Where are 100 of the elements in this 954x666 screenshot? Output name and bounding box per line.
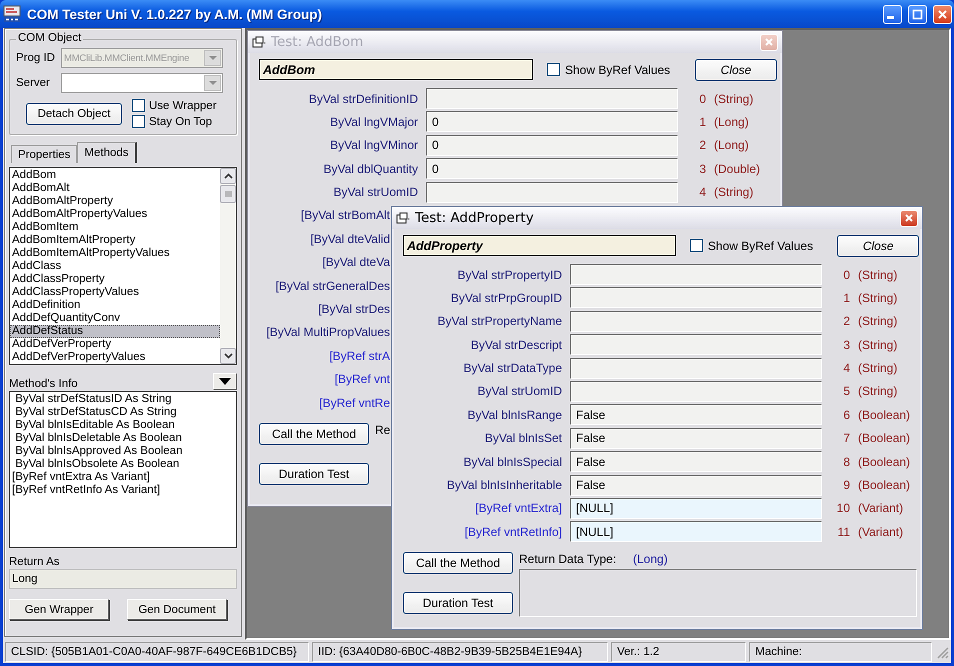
parameter-label: ByVal lngVMinor: [329, 138, 418, 152]
return-as-field: Long: [9, 569, 237, 589]
parameter-index: 1: [698, 114, 706, 129]
parameter-label: [ByRef vnt: [334, 372, 390, 386]
scroll-up-button[interactable]: [220, 168, 236, 184]
checkbox[interactable]: [132, 99, 145, 112]
parameter-label: ByVal blnIsInheritable: [446, 478, 562, 492]
parameter-field[interactable]: [570, 264, 822, 285]
close-button[interactable]: Close: [837, 234, 919, 256]
parameter-field[interactable]: [NULL]: [570, 521, 822, 542]
parameter-type: (String): [714, 92, 754, 106]
method-item[interactable]: AddBomItemAltProperty: [10, 234, 220, 247]
parameter-field[interactable]: [570, 310, 822, 332]
server-combo[interactable]: [61, 73, 223, 93]
parameter-field[interactable]: [426, 182, 678, 203]
call-method-button[interactable]: Call the Method: [259, 423, 369, 446]
checkbox[interactable]: [132, 115, 145, 128]
dropdown-button[interactable]: [213, 373, 237, 390]
window-title: COM Tester Uni V. 1.0.227 by A.M. (MM Group): [27, 6, 324, 22]
checkbox-label: Show ByRef Values: [565, 62, 670, 76]
minimize-button[interactable]: [883, 4, 902, 24]
parameter-index: 8: [842, 454, 850, 469]
tab[interactable]: Properties: [11, 145, 78, 163]
parameter-field[interactable]: False: [570, 451, 822, 472]
parameter-field[interactable]: 0: [426, 134, 678, 156]
return-type-label: Return Data Type:: [519, 552, 618, 566]
tab[interactable]: Methods: [77, 142, 137, 163]
parameter-field[interactable]: 0: [426, 111, 678, 132]
scroll-down-button[interactable]: [220, 348, 236, 364]
parameter-field[interactable]: False: [570, 428, 822, 449]
call-method-button[interactable]: Call the Method: [403, 552, 513, 574]
parameter-field[interactable]: [570, 334, 822, 356]
close-button[interactable]: Close: [695, 58, 777, 80]
parameter-type: (String): [858, 314, 898, 328]
parameter-label: [ByRef vntRetInfo]: [464, 524, 562, 539]
method-item[interactable]: AddClassPropertyValues: [10, 286, 220, 299]
parameter-field[interactable]: [570, 358, 822, 379]
info-line: ByVal strDefStatusCD As String: [14, 406, 178, 419]
method-item[interactable]: AddDefStatus: [10, 325, 220, 338]
method-item[interactable]: AddClass: [10, 260, 220, 273]
parameter-index: 9: [842, 478, 850, 492]
minimize-icon: [887, 16, 894, 19]
parameter-label: ByVal strDefinitionID: [308, 92, 418, 106]
scrollbar-thumb[interactable]: [220, 185, 236, 203]
parameter-field[interactable]: 0: [426, 158, 678, 180]
parameter-type: (String): [858, 384, 898, 398]
parameter-index: 0: [842, 268, 850, 282]
parameter-type: (Boolean): [858, 454, 910, 469]
method-item[interactable]: AddBomAltProperty: [10, 195, 220, 208]
close-button[interactable]: [933, 4, 952, 24]
info-line: ByVal blnIsApproved As Boolean: [14, 445, 184, 458]
parameter-type: (Long): [714, 114, 750, 129]
parameter-field[interactable]: [570, 287, 822, 308]
parameter-index: 10: [836, 501, 850, 516]
parameter-type: (String): [858, 290, 898, 305]
method-item[interactable]: AddBomAlt: [10, 182, 220, 195]
maximize-button[interactable]: [908, 4, 927, 24]
parameter-field[interactable]: False: [570, 404, 822, 426]
parameter-field[interactable]: False: [570, 474, 822, 496]
method-item[interactable]: AddBom: [10, 169, 220, 182]
parameter-type: (Double): [714, 162, 760, 176]
detach-object-button[interactable]: Detach Object: [26, 102, 122, 124]
method-item[interactable]: AddDefVerProperty: [10, 338, 220, 351]
parameter-field[interactable]: [426, 88, 678, 109]
parameter-index: 1: [842, 290, 850, 305]
parameter-label: [ByRef vntExtra]: [474, 501, 562, 516]
parameter-field[interactable]: [NULL]: [570, 498, 822, 519]
checkbox-label: Show ByRef Values: [708, 238, 814, 252]
parameter-label: [ByRef vntRe: [318, 396, 390, 410]
maximize-icon: [911, 8, 924, 20]
parameter-label: ByVal strDataType: [462, 361, 562, 376]
method-item[interactable]: AddDefQuantityConv: [10, 312, 220, 325]
parameter-index: 6: [842, 408, 850, 422]
duration-test-button[interactable]: Duration Test: [259, 463, 369, 486]
duration-test-button[interactable]: Duration Test: [403, 592, 513, 614]
parameter-index: 3: [698, 162, 706, 176]
method-item[interactable]: AddBomAltPropertyValues: [10, 208, 220, 221]
status-pane: Ver.: 1.2: [611, 642, 746, 662]
parameter-index: 2: [698, 138, 706, 152]
parameter-label: [ByVal strBomAlt: [300, 208, 390, 222]
method-item[interactable]: AddBomItemAltPropertyValues: [10, 247, 220, 260]
checkbox[interactable]: [547, 63, 560, 76]
parameter-label: ByVal strUomID: [332, 185, 418, 200]
parameter-field[interactable]: [570, 380, 822, 402]
close-button[interactable]: [900, 210, 918, 226]
method-item[interactable]: AddClassProperty: [10, 273, 220, 286]
generate-button[interactable]: Gen Wrapper: [9, 599, 109, 620]
method-item[interactable]: AddBomItem: [10, 221, 220, 234]
method-item[interactable]: AddDefinition: [10, 299, 220, 312]
parameter-type: (Variant): [858, 524, 904, 539]
checkbox[interactable]: [690, 239, 703, 252]
parameter-index: 5: [842, 384, 850, 398]
field-label: Return As: [9, 556, 60, 568]
app-icon: [3, 5, 21, 23]
generate-button[interactable]: Gen Document: [127, 599, 227, 620]
parameter-type: (Boolean): [858, 431, 910, 446]
caret-icon: [208, 56, 216, 60]
parameter-label: ByVal strDescript: [470, 338, 562, 352]
parameter-label: ByVal lngVMajor: [329, 114, 418, 129]
method-item[interactable]: AddDefVerPropertyValues: [10, 351, 220, 364]
